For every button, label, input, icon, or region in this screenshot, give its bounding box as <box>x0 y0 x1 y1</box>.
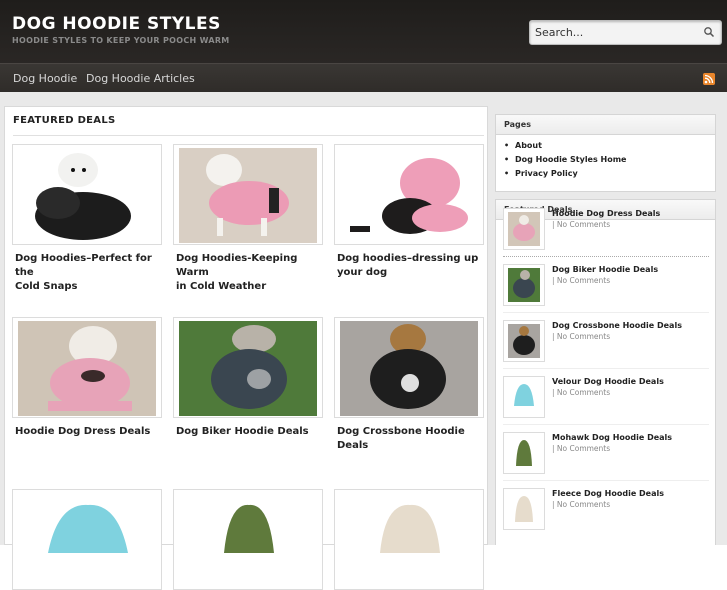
post-title[interactable]: Dog Hoodies-Keeping Warm <box>176 253 297 278</box>
post-title-cont[interactable]: Deals <box>337 440 368 451</box>
post-title[interactable]: Hoodie Dog Dress Deals <box>15 426 150 437</box>
post-thumbnail[interactable] <box>12 144 162 245</box>
content-area: FEATURED DEALS Dog Hoodies–Perfect for t… <box>0 92 727 590</box>
dog-pink-dress-image <box>179 148 317 243</box>
site-title[interactable]: DOG HOODIE STYLES <box>12 14 221 34</box>
post-thumbnail[interactable] <box>12 317 162 418</box>
post-thumbnail[interactable] <box>173 489 323 590</box>
dog-biker-hoodie-image <box>179 321 317 416</box>
divider <box>503 480 709 481</box>
post-thumbnail[interactable] <box>173 144 323 245</box>
fleece-hoodie-image <box>340 493 478 588</box>
deal-item[interactable]: Mohawk Dog Hoodie Deals | No Comments <box>503 432 709 480</box>
deal-item[interactable]: Hoodie Dog Dress Deals | No Comments <box>503 208 709 256</box>
dog-crossbone-hoodie-image <box>340 321 478 416</box>
divider <box>503 424 709 425</box>
deal-comments[interactable]: | No Comments <box>552 444 610 453</box>
deal-thumbnail[interactable] <box>503 264 545 306</box>
post-thumbnail[interactable] <box>173 317 323 418</box>
deal-title[interactable]: Dog Crossbone Hoodie Deals <box>552 321 682 330</box>
post-card[interactable]: Hoodie Dog Dress Deals <box>12 317 162 439</box>
deal-title[interactable]: Velour Dog Hoodie Deals <box>552 377 664 386</box>
main-nav: Dog Hoodie Dog Hoodie Articles <box>0 63 727 92</box>
divider <box>503 256 709 257</box>
post-thumbnail[interactable] <box>334 317 484 418</box>
post-title[interactable]: Dog Biker Hoodie Deals <box>176 426 309 437</box>
divider <box>503 368 709 369</box>
post-card[interactable] <box>173 489 323 590</box>
deal-thumbnail[interactable] <box>503 320 545 362</box>
featured-deals-widget: Featured Deals Hoodie Dog Dress Deals | … <box>495 199 716 545</box>
pug-pink-hoodie-image <box>340 148 478 243</box>
deal-title[interactable]: Dog Biker Hoodie Deals <box>552 265 658 274</box>
divider <box>503 312 709 313</box>
post-thumbnail[interactable] <box>12 489 162 590</box>
post-card[interactable]: Dog hoodies–dressing up your dog <box>334 144 484 280</box>
deal-thumbnail[interactable] <box>503 208 545 250</box>
nav-item-dog-hoodie[interactable]: Dog Hoodie <box>13 72 77 85</box>
deal-thumbnail[interactable] <box>503 432 545 474</box>
widget-title: Pages <box>496 115 715 135</box>
deal-comments[interactable]: | No Comments <box>552 388 610 397</box>
featured-deals-section: FEATURED DEALS Dog Hoodies–Perfect for t… <box>4 106 488 590</box>
deal-title[interactable]: Mohawk Dog Hoodie Deals <box>552 433 672 442</box>
search-box[interactable] <box>529 20 722 45</box>
section-title: FEATURED DEALS <box>13 115 116 126</box>
deal-title[interactable]: Fleece Dog Hoodie Deals <box>552 489 664 498</box>
post-title-cont[interactable]: your dog <box>337 267 387 278</box>
rss-icon[interactable] <box>703 73 715 85</box>
post-title-cont[interactable]: Cold Snaps <box>15 281 77 292</box>
pages-widget: Pages About Dog Hoodie Styles Home Priva… <box>495 114 716 192</box>
site-tagline: HOODIE STYLES TO KEEP YOUR POOCH WARM <box>12 36 230 45</box>
page-link-privacy[interactable]: Privacy Policy <box>504 169 715 183</box>
deal-thumbnail[interactable] <box>503 488 545 530</box>
nav-item-dog-hoodie-articles[interactable]: Dog Hoodie Articles <box>86 72 195 85</box>
post-card[interactable] <box>12 489 162 590</box>
post-title-cont[interactable]: in Cold Weather <box>176 281 266 292</box>
post-card[interactable]: Dog Hoodies-Keeping Warm in Cold Weather <box>173 144 323 294</box>
hoodie-dog-dress-image <box>18 321 156 416</box>
post-thumbnail[interactable] <box>334 489 484 590</box>
deal-thumbnail[interactable] <box>503 376 545 418</box>
deal-item[interactable]: Velour Dog Hoodie Deals | No Comments <box>503 376 709 424</box>
deal-title[interactable]: Hoodie Dog Dress Deals <box>552 209 660 218</box>
page-link-home[interactable]: Dog Hoodie Styles Home <box>504 155 715 169</box>
post-card[interactable]: Dog Crossbone Hoodie Deals <box>334 317 484 453</box>
deal-item[interactable]: Fleece Dog Hoodie Deals | No Comments <box>503 488 709 536</box>
post-thumbnail[interactable] <box>334 144 484 245</box>
deal-comments[interactable]: | No Comments <box>552 276 610 285</box>
post-card[interactable] <box>334 489 484 590</box>
search-input[interactable] <box>530 21 698 44</box>
deal-item[interactable]: Dog Biker Hoodie Deals | No Comments <box>503 264 709 312</box>
deal-item[interactable]: Dog Crossbone Hoodie Deals | No Comments <box>503 320 709 368</box>
deal-comments[interactable]: | No Comments <box>552 500 610 509</box>
site-header: DOG HOODIE STYLES HOODIE STYLES TO KEEP … <box>0 0 727 63</box>
deal-comments[interactable]: | No Comments <box>552 332 610 341</box>
post-card[interactable]: Dog Biker Hoodie Deals <box>173 317 323 439</box>
post-card[interactable]: Dog Hoodies–Perfect for the Cold Snaps <box>12 144 162 294</box>
mohawk-hoodie-image <box>179 493 317 588</box>
velour-hoodie-image <box>18 493 156 588</box>
dog-black-hoodie-image <box>18 148 156 243</box>
search-icon[interactable] <box>703 26 715 38</box>
deal-comments[interactable]: | No Comments <box>552 220 610 229</box>
divider <box>13 135 484 136</box>
post-title[interactable]: Dog Crossbone Hoodie <box>337 426 465 437</box>
post-title[interactable]: Dog hoodies–dressing up <box>337 253 478 264</box>
post-title[interactable]: Dog Hoodies–Perfect for the <box>15 253 152 278</box>
page-link-about[interactable]: About <box>504 141 715 155</box>
